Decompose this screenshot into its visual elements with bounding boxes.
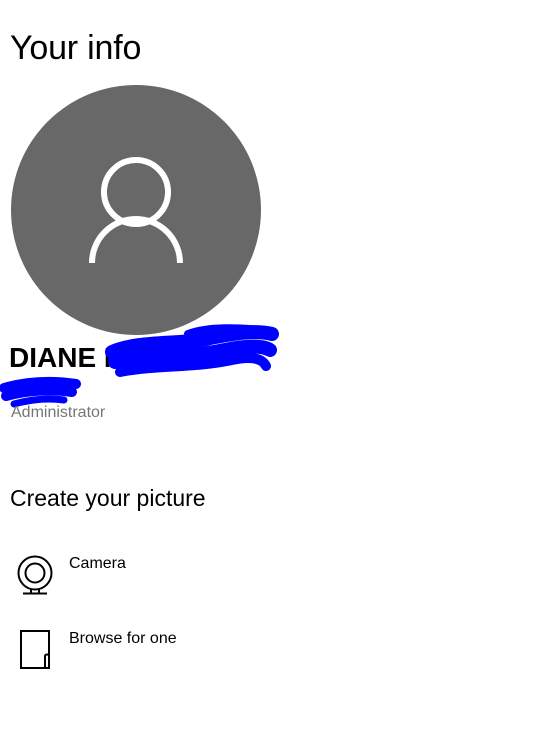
- camera-option[interactable]: Camera: [10, 553, 310, 609]
- page-title: Your info: [10, 29, 142, 67]
- avatar: [11, 85, 261, 335]
- user-name: DIANE M: [9, 342, 128, 373]
- browse-option-label: Browse for one: [69, 630, 177, 647]
- browse-option[interactable]: Browse for one: [10, 628, 310, 684]
- create-picture-heading: Create your picture: [10, 485, 206, 511]
- account-type-label: Administrator: [11, 404, 106, 421]
- person-icon: [89, 157, 183, 264]
- webcam-icon: [17, 555, 53, 595]
- document-icon: [20, 630, 50, 669]
- camera-option-label: Camera: [69, 555, 126, 572]
